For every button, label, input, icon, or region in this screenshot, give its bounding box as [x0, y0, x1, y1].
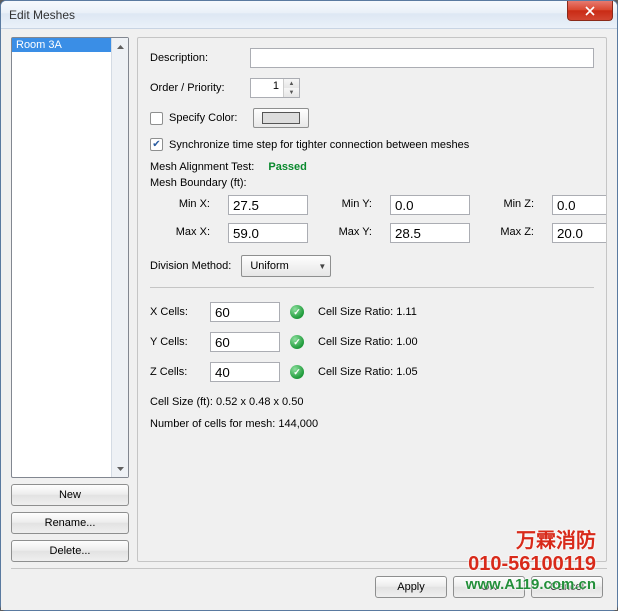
yratio-label: Cell Size Ratio: 1.00	[318, 336, 594, 348]
maxy-label: Max Y:	[326, 223, 372, 243]
scroll-down-icon[interactable]	[112, 460, 128, 477]
xcells-label: X Cells:	[150, 306, 200, 318]
mesh-list[interactable]: Room 3A	[11, 37, 129, 478]
ycells-input[interactable]	[210, 332, 280, 352]
order-spinner[interactable]: 1 ▲ ▼	[250, 78, 300, 98]
cancel-button[interactable]: Cancel	[531, 576, 603, 598]
description-label: Description:	[150, 52, 242, 64]
minx-label: Min X:	[164, 195, 210, 215]
minz-label: Min Z:	[488, 195, 534, 215]
division-value: Uniform	[250, 260, 289, 272]
footer: Apply OK Cancel	[11, 568, 607, 604]
maxx-label: Max X:	[164, 223, 210, 243]
delete-button[interactable]: Delete...	[11, 540, 129, 562]
scroll-up-icon[interactable]	[112, 38, 128, 55]
check-ok-icon: ✓	[290, 335, 304, 349]
sync-label: Synchronize time step for tighter connec…	[169, 139, 469, 151]
miny-label: Min Y:	[326, 195, 372, 215]
main-columns: Room 3A New Rename... Delete...	[11, 37, 607, 562]
chevron-down-icon: ▼	[318, 262, 326, 271]
xratio-label: Cell Size Ratio: 1.11	[318, 306, 594, 318]
scrollbar[interactable]	[111, 38, 128, 477]
specify-color-label: Specify Color:	[169, 112, 247, 124]
ycells-label: Y Cells:	[150, 336, 200, 348]
edit-meshes-window: Edit Meshes Room 3A	[0, 0, 618, 611]
division-label: Division Method:	[150, 260, 231, 272]
sync-checkbox[interactable]: ✔	[150, 138, 163, 151]
properties-panel: Description: Order / Priority: 1 ▲ ▼	[137, 37, 607, 562]
division-combo[interactable]: Uniform ▼	[241, 255, 331, 277]
maxz-label: Max Z:	[488, 223, 534, 243]
content-area: Room 3A New Rename... Delete...	[1, 29, 617, 610]
cell-count-label: Number of cells for mesh: 144,000	[150, 418, 594, 430]
spinner-down-icon[interactable]: ▼	[284, 88, 299, 97]
boundary-grid: Min X: Min Y: Min Z: Max X: Max Y: Max Z…	[164, 195, 594, 243]
ok-button[interactable]: OK	[453, 576, 525, 598]
description-input[interactable]	[250, 48, 594, 68]
boundary-label: Mesh Boundary (ft):	[150, 177, 594, 189]
order-value: 1	[251, 79, 283, 97]
spinner-up-icon[interactable]: ▲	[284, 79, 299, 88]
zcells-label: Z Cells:	[150, 366, 200, 378]
new-button[interactable]: New	[11, 484, 129, 506]
color-preview	[262, 112, 300, 124]
window-title: Edit Meshes	[9, 8, 75, 22]
close-icon	[585, 6, 595, 16]
order-label: Order / Priority:	[150, 82, 242, 94]
check-ok-icon: ✓	[290, 305, 304, 319]
cells-grid: X Cells: ✓ Cell Size Ratio: 1.11 Y Cells…	[150, 302, 594, 382]
minz-input[interactable]	[552, 195, 607, 215]
divider	[150, 287, 594, 288]
cell-size-label: Cell Size (ft): 0.52 x 0.48 x 0.50	[150, 396, 594, 408]
color-swatch[interactable]	[253, 108, 309, 128]
list-item[interactable]: Room 3A	[12, 38, 111, 52]
rename-button[interactable]: Rename...	[11, 512, 129, 534]
titlebar[interactable]: Edit Meshes	[1, 1, 617, 29]
minx-input[interactable]	[228, 195, 308, 215]
maxy-input[interactable]	[390, 223, 470, 243]
alignment-label: Mesh Alignment Test:	[150, 161, 254, 173]
miny-input[interactable]	[390, 195, 470, 215]
xcells-input[interactable]	[210, 302, 280, 322]
close-button[interactable]	[567, 1, 613, 21]
zratio-label: Cell Size Ratio: 1.05	[318, 366, 594, 378]
alignment-result: Passed	[268, 161, 307, 173]
apply-button[interactable]: Apply	[375, 576, 447, 598]
check-ok-icon: ✓	[290, 365, 304, 379]
zcells-input[interactable]	[210, 362, 280, 382]
maxz-input[interactable]	[552, 223, 607, 243]
left-column: Room 3A New Rename... Delete...	[11, 37, 129, 562]
specify-color-checkbox[interactable]	[150, 112, 163, 125]
maxx-input[interactable]	[228, 223, 308, 243]
